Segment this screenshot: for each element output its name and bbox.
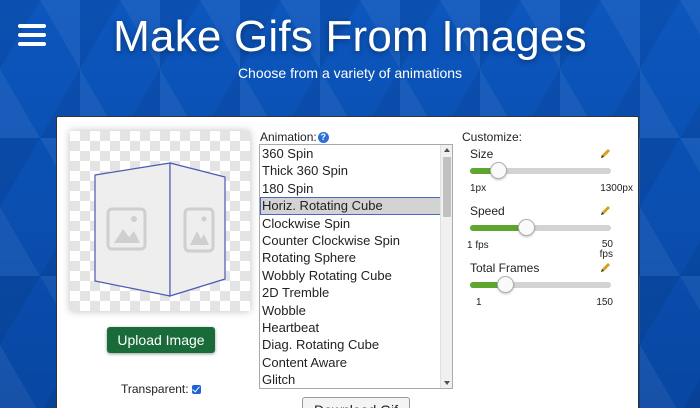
total-frames-label: Total Frames (470, 261, 540, 275)
total-frames-slider[interactable] (470, 276, 611, 293)
question-circle-icon[interactable]: ? (317, 131, 329, 143)
speed-max-label: 50 fps (563, 240, 613, 260)
total-frames-min-label: 1 (476, 297, 482, 308)
pencil-icon[interactable] (599, 148, 611, 160)
animation-option[interactable]: Diag. Rotating Cube (260, 336, 452, 353)
speed-slider[interactable] (470, 219, 611, 236)
total-frames-slider-thumb[interactable] (496, 276, 514, 293)
animation-option[interactable]: Clockwise Spin (260, 215, 452, 232)
rotating-cube-preview-icon (94, 162, 226, 297)
size-slider-thumb[interactable] (489, 162, 507, 179)
animation-option[interactable]: 180 Spin (260, 180, 452, 197)
animation-option[interactable]: Wobble (260, 302, 452, 319)
size-label: Size (470, 147, 494, 161)
speed-max-unit: fps (599, 249, 613, 260)
listbox-scrollbar[interactable] (440, 145, 452, 388)
upload-image-button[interactable]: Upload Image (107, 327, 215, 353)
size-max-label: 1300px (600, 183, 633, 194)
transparent-option: Transparent: (121, 382, 201, 396)
speed-slider-thumb[interactable] (517, 219, 535, 236)
speed-label: Speed (470, 204, 505, 218)
animation-label-text: Animation: (260, 130, 317, 144)
size-slider[interactable] (470, 162, 611, 179)
transparent-checkbox[interactable] (191, 384, 201, 394)
animation-option[interactable]: Content Aware (260, 354, 452, 371)
animation-option[interactable]: Horiz. Rotating Cube (260, 197, 452, 215)
speed-min-label: 1 fps (467, 240, 489, 251)
animation-option[interactable]: 2D Tremble (260, 284, 452, 301)
gif-preview (70, 131, 250, 311)
animation-listbox[interactable]: 360 Spin Thick 360 Spin 180 Spin Horiz. Rot… (259, 144, 453, 389)
pencil-icon[interactable] (599, 205, 611, 217)
scroll-down-arrow-icon[interactable] (444, 381, 450, 385)
size-min-label: 1px (470, 183, 487, 194)
animation-option[interactable]: Glitch (260, 371, 452, 388)
animation-option[interactable]: Wobbly Rotating Cube (260, 267, 452, 284)
pencil-icon[interactable] (599, 262, 611, 274)
transparent-label: Transparent: (121, 382, 189, 396)
animation-option[interactable]: Thick 360 Spin (260, 162, 452, 179)
animation-option[interactable]: Counter Clockwise Spin (260, 232, 452, 249)
animation-option[interactable]: Heartbeat (260, 319, 452, 336)
total-frames-max-label: 150 (596, 297, 613, 308)
download-gif-button[interactable]: Download Gif (302, 397, 410, 408)
animation-label: Animation: ? (260, 130, 329, 144)
editor-panel: Upload Image Transparent: Animation: ? 3… (56, 116, 639, 408)
animation-option[interactable]: 360 Spin (260, 145, 452, 162)
animation-option[interactable]: Rotating Sphere (260, 249, 452, 266)
page-title: Make Gifs From Images (113, 12, 587, 61)
page-subtitle: Choose from a variety of animations (237, 65, 463, 81)
scroll-thumb[interactable] (443, 157, 451, 217)
customize-label: Customize: (462, 130, 523, 144)
scroll-up-arrow-icon[interactable] (444, 148, 450, 152)
